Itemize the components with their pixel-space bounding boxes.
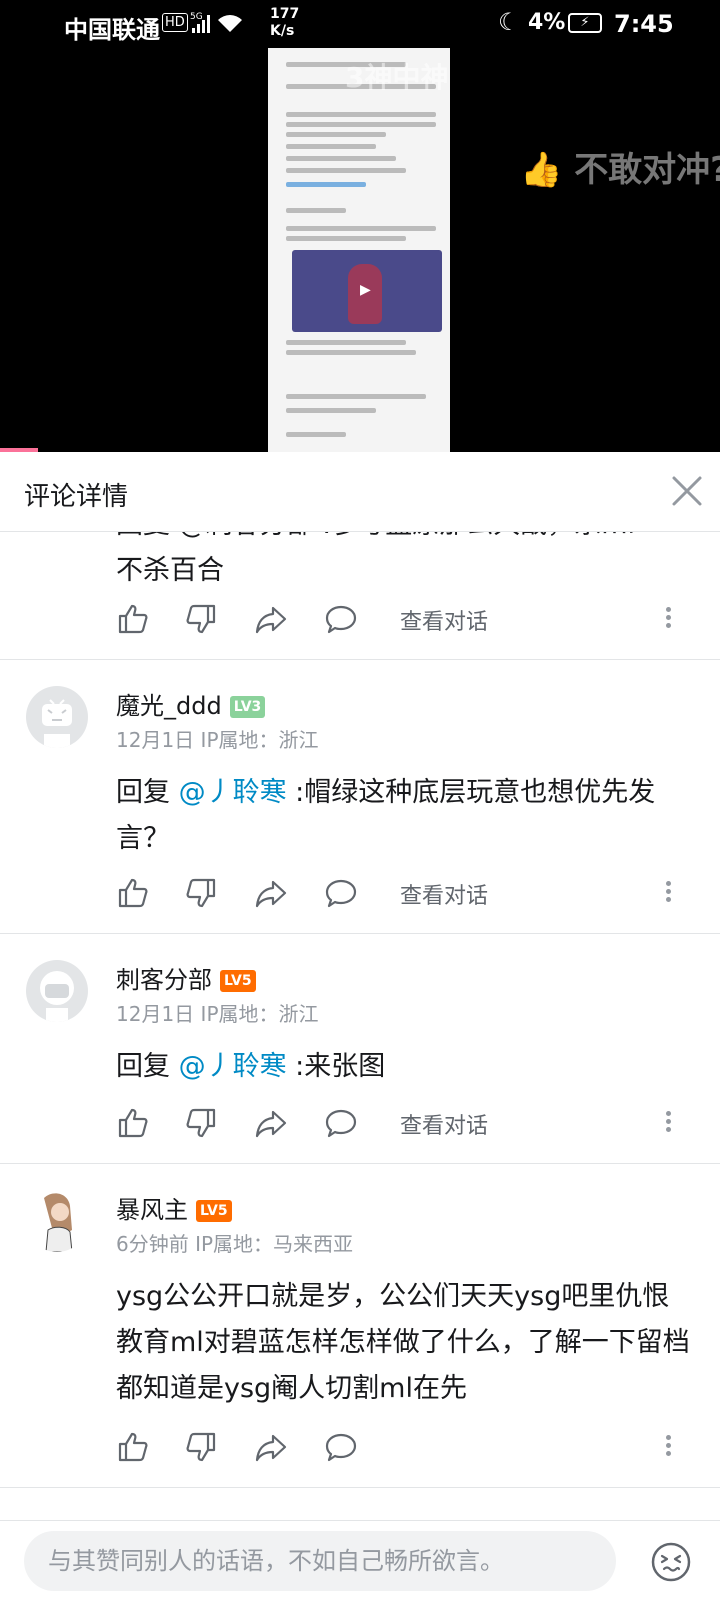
username-text: 暴风主	[116, 1196, 188, 1224]
username[interactable]: 暴风主 LV5	[116, 1190, 232, 1225]
battery-icon: ⚡	[568, 13, 602, 33]
username-text: 魔光_ddd	[116, 692, 222, 720]
close-icon[interactable]	[670, 474, 704, 508]
ip-location: IP属地：马来西亚	[195, 1232, 354, 1256]
comment-list[interactable]: 回复 @刺客分部 :参考蓝原那么大战，杀ml 不杀百合 查看对话 魔光_ddd L…	[0, 532, 720, 1520]
avatar[interactable]	[26, 1190, 88, 1252]
username[interactable]: 刺客分部 LV5	[116, 960, 256, 995]
list-item: 魔光_ddd LV3 12月1日 IP属地：浙江 回复 @丿聆寒 :帽绿这种底层玩…	[0, 660, 720, 934]
more-options-icon[interactable]	[664, 1432, 672, 1462]
comment-actions: 查看对话	[116, 876, 706, 916]
comment-input[interactable]: 与其赞同别人的话语，不如自己畅所欲言。	[24, 1531, 616, 1591]
share-icon[interactable]	[254, 1430, 290, 1466]
more-options-icon[interactable]	[664, 1108, 672, 1138]
comment-body: :来张图	[286, 1051, 386, 1082]
signal-icon: 5G	[190, 10, 260, 41]
network-speed-unit: K/s	[270, 23, 295, 39]
comment-date: 12月1日	[116, 728, 195, 752]
battery-percent: 4%	[528, 10, 566, 35]
comment-text: 回复 @丿聆寒 :帽绿这种底层玩意也想优先发言？	[116, 770, 696, 862]
dislike-icon[interactable]	[184, 602, 220, 638]
network-speed-value: 177	[270, 6, 300, 22]
comment-actions: 查看对话	[116, 1106, 706, 1146]
clock: 7:45	[614, 10, 674, 38]
comment-detail-header: 评论详情	[0, 452, 720, 532]
username[interactable]: 魔光_ddd LV3	[116, 686, 266, 721]
like-icon[interactable]	[116, 1106, 152, 1142]
view-conversation-link[interactable]: 查看对话	[400, 604, 488, 636]
network-type: 5G	[190, 12, 203, 22]
comment-actions	[116, 1430, 706, 1470]
comment-meta: 12月1日 IP属地：浙江	[116, 724, 319, 753]
ip-location: IP属地：浙江	[200, 1002, 319, 1026]
dislike-icon[interactable]	[184, 1106, 220, 1142]
dislike-icon[interactable]	[184, 1430, 220, 1466]
comment-actions: 查看对话	[116, 602, 706, 642]
danmaku-message: 不敢对冲?	[574, 150, 720, 190]
reply-prefix: 回复	[116, 1051, 179, 1082]
view-conversation-link[interactable]: 查看对话	[400, 878, 488, 910]
comment-text: 回复 @刺客分部 :参考蓝原那么大战，杀ml 不杀百合	[116, 532, 696, 594]
video-thumbnail: ▶	[292, 250, 442, 332]
comment-text: 回复 @丿聆寒 :来张图	[116, 1044, 696, 1090]
share-icon[interactable]	[254, 602, 290, 638]
carrier-name: 中国联通	[64, 16, 160, 44]
comment-text-line: 回复 @刺客分部 :参考蓝原那么大战，杀ml	[116, 532, 696, 548]
comment-input-bar: 与其赞同别人的话语，不如自己畅所欲言。	[0, 1520, 720, 1600]
view-conversation-link[interactable]: 查看对话	[400, 1108, 488, 1140]
danmaku-text: 👍 不敢对冲?	[520, 142, 720, 191]
avatar[interactable]	[26, 960, 88, 1022]
reply-icon[interactable]	[324, 1106, 360, 1142]
list-item: 回复 @刺客分部 :参考蓝原那么大战，杀ml 不杀百合 查看对话	[0, 532, 720, 660]
comment-date: 6分钟前	[116, 1232, 189, 1256]
hd-badge: HD	[162, 13, 188, 32]
video-frame: ▶	[268, 48, 450, 452]
list-item: 刺客分部 LV5 12月1日 IP属地：浙江 回复 @丿聆寒 :来张图 查看对话	[0, 934, 720, 1164]
network-speed: 177 K/s	[270, 6, 299, 40]
thumbs-up-icon: 👍	[520, 150, 563, 190]
mention-link[interactable]: @丿聆寒	[179, 1051, 287, 1082]
reply-prefix: 回复	[116, 777, 179, 808]
list-item: 暴风主 LV5 6分钟前 IP属地：马来西亚 ysg公公开口就是岁，公公们天天ys…	[0, 1164, 720, 1488]
like-icon[interactable]	[116, 1430, 152, 1466]
comment-text: ysg公公开口就是岁，公公们天天ysg吧里仇恨教育ml对碧蓝怎样怎样做了什么，了…	[116, 1281, 690, 1404]
share-icon[interactable]	[254, 1106, 290, 1142]
page-title: 评论详情	[24, 482, 129, 512]
dislike-icon[interactable]	[184, 876, 220, 912]
status-bar: 中国联通 HD 5G 177 K/s ☾ 4% ⚡ 7:45	[0, 0, 720, 50]
like-icon[interactable]	[116, 876, 152, 912]
share-icon[interactable]	[254, 876, 290, 912]
reply-icon[interactable]	[324, 1430, 360, 1466]
level-badge: LV5	[220, 970, 256, 992]
ip-location: IP属地：浙江	[200, 728, 319, 752]
comment-meta: 12月1日 IP属地：浙江	[116, 998, 319, 1027]
video-watermark: 3神中神	[345, 61, 449, 94]
more-options-icon[interactable]	[664, 604, 672, 634]
like-icon[interactable]	[116, 602, 152, 638]
more-options-icon[interactable]	[664, 878, 672, 908]
reply-icon[interactable]	[324, 876, 360, 912]
moon-icon: ☾	[498, 8, 520, 36]
video-player[interactable]: 中国联通 HD 5G 177 K/s ☾ 4% ⚡ 7:45 ▶ 3神中神 👍 …	[0, 0, 720, 452]
username-text: 刺客分部	[116, 966, 212, 994]
reply-icon[interactable]	[324, 602, 360, 638]
emoji-icon[interactable]	[650, 1541, 692, 1583]
comment-date: 12月1日	[116, 1002, 195, 1026]
mention-link[interactable]: @丿聆寒	[179, 777, 287, 808]
comment-text-line: 不杀百合	[116, 555, 224, 586]
play-icon: ▶	[360, 282, 371, 298]
level-badge: LV3	[229, 696, 266, 718]
avatar[interactable]	[26, 686, 88, 748]
comment-meta: 6分钟前 IP属地：马来西亚	[116, 1228, 353, 1257]
level-badge: LV5	[196, 1200, 232, 1222]
